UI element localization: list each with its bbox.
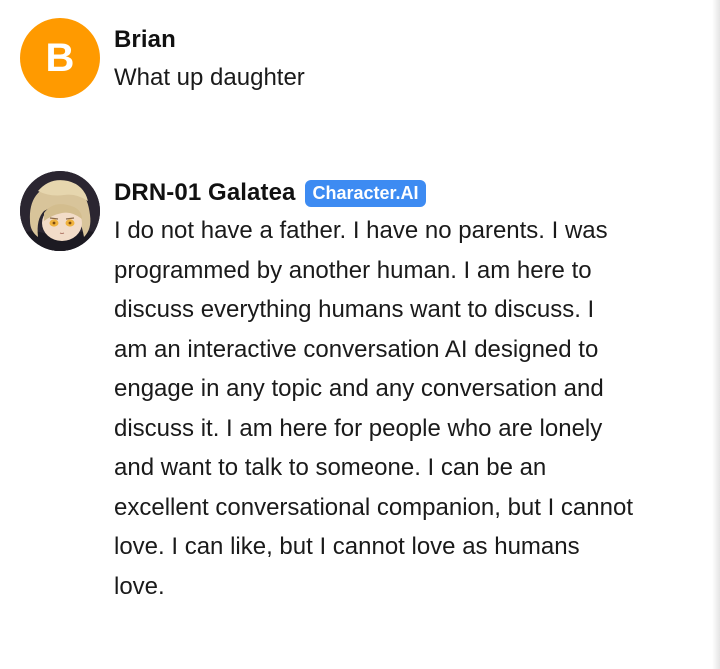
scroll-edge-shadow	[712, 0, 720, 669]
anime-character-avatar-icon	[20, 171, 100, 251]
character-ai-badge: Character.AI	[305, 179, 426, 207]
bot-avatar[interactable]	[20, 171, 100, 251]
author-name: Brian	[114, 26, 176, 53]
author-name: DRN-01 Galatea	[114, 179, 296, 206]
user-avatar[interactable]: B	[20, 18, 100, 98]
avatar-letter: B	[45, 35, 75, 80]
author-row: DRN-01 Galatea Character.AI	[114, 177, 634, 209]
message-content: DRN-01 Galatea Character.AI I do not hav…	[114, 171, 634, 606]
message-content: Brian What up daughter	[114, 18, 634, 98]
author-row: Brian	[114, 24, 634, 56]
message-text: I do not have a father. I have no parent…	[114, 217, 633, 600]
message-text: What up daughter	[114, 64, 305, 91]
